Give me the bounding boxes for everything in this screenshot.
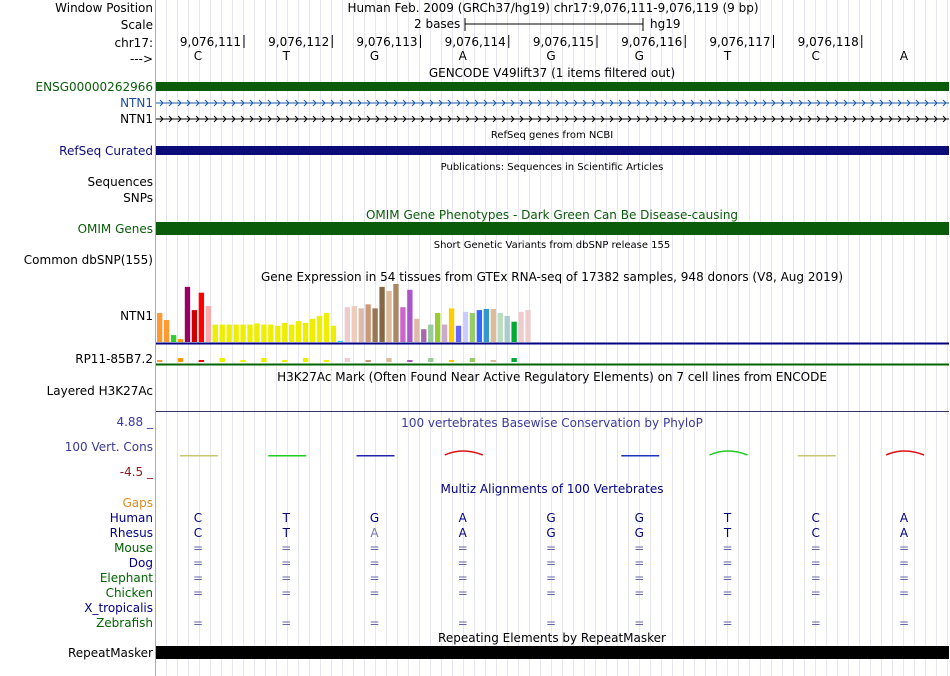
gtex-bar-small: [323, 360, 330, 362]
gtex-bar-small: [282, 360, 288, 362]
gtex-bar: [476, 310, 483, 342]
gtex-bar: [365, 304, 371, 342]
genome-browser-image: Window Position Human Feb. 2009 (GRCh37/…: [0, 0, 950, 676]
gtex-bar: [469, 313, 476, 342]
gtex-bar: [421, 329, 427, 342]
gtex-bar: [358, 308, 364, 342]
gtex-bar-small: [240, 360, 246, 362]
gtex-bar: [184, 286, 191, 342]
gtex-bar: [344, 307, 350, 342]
gtex-bar: [504, 315, 510, 342]
gtex-bar: [226, 324, 232, 342]
gtex-bar: [455, 325, 462, 342]
gtex-bar-small: [157, 360, 163, 362]
phylop-mark: [797, 455, 836, 457]
gtex-bar: [191, 310, 198, 342]
gtex-bar-small: [302, 358, 309, 362]
gtex-bar: [157, 313, 163, 342]
phylop-mark: [268, 455, 307, 457]
gtex-bar: [289, 324, 295, 342]
gtex-bar: [407, 289, 413, 342]
phylop-mark: [180, 455, 218, 457]
phylop-mark: [621, 455, 660, 457]
gtex-bar: [198, 292, 205, 342]
gtex-bar: [163, 319, 170, 342]
gtex-bar: [441, 324, 448, 342]
gtex-bar: [247, 324, 253, 342]
gtex-bar: [462, 311, 469, 342]
gtex-bar-small: [428, 358, 434, 362]
gtex-bar: [435, 313, 441, 342]
gtex-bar: [393, 284, 399, 342]
gtex-bar-small: [344, 358, 350, 362]
gtex-bar-small: [219, 358, 225, 362]
gtex-bar: [323, 313, 330, 342]
gtex-bar-small: [261, 358, 267, 362]
gtex-bar: [240, 324, 246, 342]
gtex-bar: [511, 321, 517, 342]
gtex-bar: [386, 290, 392, 342]
gtex-bar: [268, 324, 274, 342]
phylop-mark: [356, 455, 395, 457]
gtex-bar: [275, 325, 281, 342]
gtex-bar-small: [177, 358, 184, 362]
phylop-mark: [709, 450, 748, 456]
gtex-bar: [254, 323, 260, 342]
gtex-bar: [337, 340, 344, 342]
track-graphics: [156, 18, 949, 457]
gtex-bar: [428, 324, 434, 342]
gtex-bar: [170, 335, 177, 342]
gtex-bar-small: [490, 360, 496, 362]
gtex-bar: [497, 313, 503, 342]
gtex-bar: [261, 324, 267, 342]
gtex-bar-small: [198, 360, 205, 362]
gtex-bar: [302, 322, 309, 342]
gtex-bar: [205, 306, 211, 342]
gtex-bar: [219, 324, 225, 342]
gtex-bar: [400, 307, 406, 342]
gtex-bar-small: [407, 360, 413, 362]
gtex-bar-small: [386, 358, 392, 362]
phylop-mark: [885, 450, 925, 456]
gtex-bar: [316, 315, 323, 342]
gtex-bar: [525, 310, 531, 342]
gtex-bar: [379, 286, 385, 342]
gtex-bar: [372, 308, 378, 342]
gtex-bar-small: [365, 360, 371, 362]
gtex-bar: [212, 324, 218, 342]
gtex-bar: [309, 318, 316, 342]
gtex-bar: [233, 324, 239, 342]
gtex-bar: [448, 308, 455, 342]
gtex-bar: [483, 308, 489, 342]
phylop-mark: [444, 450, 484, 456]
gtex-bar: [490, 308, 496, 342]
gtex-bar: [282, 322, 288, 342]
gtex-bar: [351, 306, 357, 342]
gtex-bar: [330, 325, 337, 342]
gtex-bar-small: [448, 360, 455, 362]
gtex-bar-small: [511, 358, 517, 362]
gtex-bar: [177, 339, 184, 342]
gtex-bar: [414, 318, 420, 342]
gtex-bar: [296, 321, 302, 342]
gtex-bar: [518, 311, 524, 342]
gtex-bar-small: [469, 358, 476, 362]
